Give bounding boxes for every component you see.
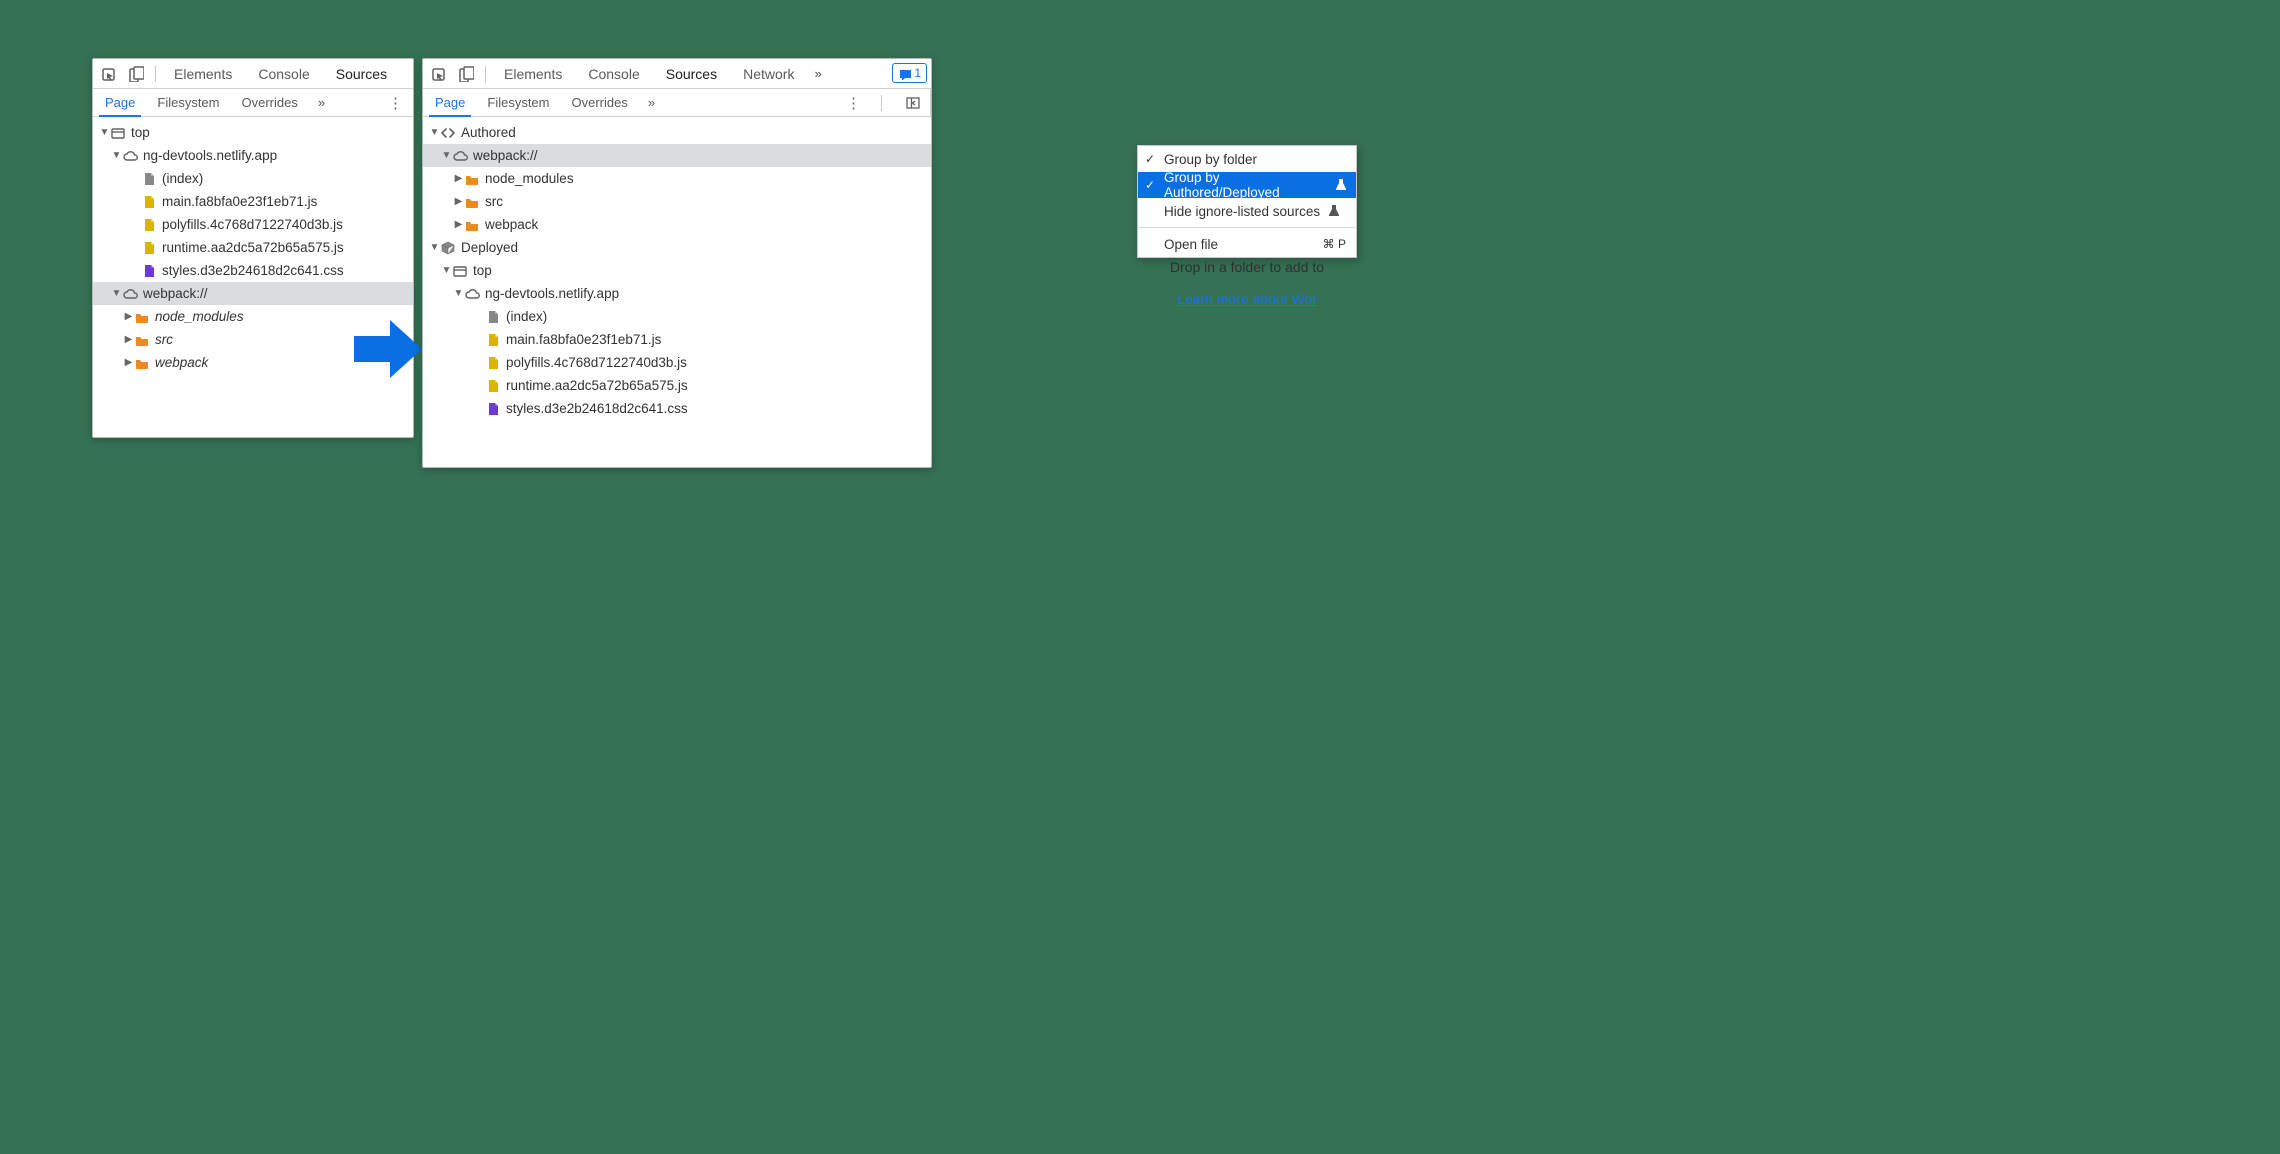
tree-file[interactable]: polyfills.4c768d7122740d3b.js [93, 213, 413, 236]
tree-file[interactable]: runtime.aa2dc5a72b65a575.js [93, 236, 413, 259]
tree-index[interactable]: (index) [93, 167, 413, 190]
chat-icon [898, 67, 911, 80]
folder-icon [464, 194, 480, 210]
frame-icon [110, 125, 126, 141]
flask-icon [1326, 203, 1339, 219]
more-tabs-icon[interactable]: » [314, 95, 329, 110]
folder-icon [464, 171, 480, 187]
tree-webpack[interactable]: ▼webpack:// [93, 282, 413, 305]
tree-deployed[interactable]: ▼Deployed [423, 236, 931, 259]
more-options-icon[interactable]: ⋮ [842, 94, 865, 112]
comparison-arrow-icon [352, 318, 424, 380]
separator [881, 95, 882, 111]
file-tree-after: ▼Authored ▼webpack:// ▶node_modules ▶src… [423, 117, 931, 424]
more-options-icon[interactable]: ⋮ [384, 94, 407, 112]
sources-subtabs: Page Filesystem Overrides » ⋮ [93, 89, 413, 117]
tab-sources[interactable]: Sources [656, 59, 727, 88]
css-file-icon [141, 263, 157, 279]
js-file-icon [485, 378, 501, 394]
code-icon [440, 125, 456, 141]
main-tabs: Elements Console Sources Network » 1 [423, 59, 931, 89]
tree-folder[interactable]: ▶src [423, 190, 931, 213]
subtab-filesystem[interactable]: Filesystem [481, 89, 555, 116]
context-menu: ✓ Group by folder ✓ Group by Authored/De… [1137, 145, 1357, 258]
tab-console[interactable]: Console [578, 59, 649, 88]
devtools-panel-before: Elements Console Sources Page Filesystem… [92, 58, 414, 438]
tree-domain[interactable]: ▼ng-devtools.netlify.app [423, 282, 931, 305]
tree-file[interactable]: main.fa8bfa0e23f1eb71.js [423, 328, 931, 351]
ctx-group-by-authored[interactable]: ✓ Group by Authored/Deployed [1138, 172, 1356, 198]
workspace-drop-hint: Drop in a folder to add to Learn more ab… [1141, 259, 1353, 307]
frame-icon [452, 263, 468, 279]
device-toggle-icon[interactable] [455, 63, 477, 85]
tree-folder[interactable]: ▶node_modules [423, 167, 931, 190]
tree-file[interactable]: runtime.aa2dc5a72b65a575.js [423, 374, 931, 397]
device-toggle-icon[interactable] [125, 63, 147, 85]
document-icon [141, 171, 157, 187]
tab-elements[interactable]: Elements [494, 59, 572, 88]
panel-toggle-icon[interactable] [902, 92, 924, 114]
shortcut-label: ⌘ P [1323, 237, 1346, 251]
cloud-icon [122, 286, 138, 302]
checkmark-icon: ✓ [1145, 178, 1155, 192]
cloud-icon [122, 148, 138, 164]
cloud-icon [452, 148, 468, 164]
subtab-filesystem[interactable]: Filesystem [151, 89, 225, 116]
folder-icon [134, 332, 150, 348]
js-file-icon [141, 194, 157, 210]
js-file-icon [485, 332, 501, 348]
separator [155, 66, 156, 82]
tree-top[interactable]: ▼top [93, 121, 413, 144]
subtab-page[interactable]: Page [99, 90, 141, 117]
subtab-overrides[interactable]: Overrides [566, 89, 634, 116]
css-file-icon [485, 401, 501, 417]
folder-icon [134, 355, 150, 371]
devtools-panel-after: Elements Console Sources Network » 1 Pag… [422, 58, 932, 468]
subtab-overrides[interactable]: Overrides [236, 89, 304, 116]
separator [485, 66, 486, 82]
tree-file[interactable]: main.fa8bfa0e23f1eb71.js [93, 190, 413, 213]
more-tabs-icon[interactable]: » [644, 95, 659, 110]
tab-console[interactable]: Console [248, 59, 319, 88]
drop-hint-text: Drop in a folder to add to [1141, 259, 1353, 275]
document-icon [485, 309, 501, 325]
inspect-icon[interactable] [427, 63, 449, 85]
js-file-icon [141, 217, 157, 233]
tab-elements[interactable]: Elements [164, 59, 242, 88]
tab-sources[interactable]: Sources [326, 59, 397, 88]
main-tabs: Elements Console Sources [93, 59, 413, 89]
feedback-count: 1 [914, 66, 921, 80]
tree-file[interactable]: styles.d3e2b24618d2c641.css [93, 259, 413, 282]
tree-index[interactable]: (index) [423, 305, 931, 328]
js-file-icon [485, 355, 501, 371]
sources-subtabs: Page Filesystem Overrides » ⋮ [423, 89, 931, 117]
tree-file[interactable]: styles.d3e2b24618d2c641.css [423, 397, 931, 420]
learn-more-link[interactable]: Learn more about Wor [1177, 291, 1317, 307]
more-tabs-icon[interactable]: » [810, 66, 825, 81]
js-file-icon [141, 240, 157, 256]
ctx-open-file[interactable]: Open file ⌘ P [1138, 231, 1356, 257]
feedback-badge[interactable]: 1 [892, 63, 927, 83]
tree-top[interactable]: ▼top [423, 259, 931, 282]
cloud-icon [464, 286, 480, 302]
tree-file[interactable]: polyfills.4c768d7122740d3b.js [423, 351, 931, 374]
tree-domain[interactable]: ▼ng-devtools.netlify.app [93, 144, 413, 167]
ctx-group-by-folder[interactable]: ✓ Group by folder [1138, 146, 1356, 172]
tree-webpack[interactable]: ▼webpack:// [423, 144, 931, 167]
ctx-hide-ignored[interactable]: Hide ignore-listed sources [1138, 198, 1356, 224]
tree-authored[interactable]: ▼Authored [423, 121, 931, 144]
cube-icon [440, 240, 456, 256]
tab-network[interactable]: Network [733, 59, 804, 88]
folder-icon [134, 309, 150, 325]
tree-folder[interactable]: ▶webpack [423, 213, 931, 236]
checkmark-icon: ✓ [1145, 152, 1155, 166]
menu-separator [1138, 227, 1356, 228]
subtab-page[interactable]: Page [429, 90, 471, 117]
flask-icon [1333, 177, 1346, 193]
folder-icon [464, 217, 480, 233]
inspect-icon[interactable] [97, 63, 119, 85]
